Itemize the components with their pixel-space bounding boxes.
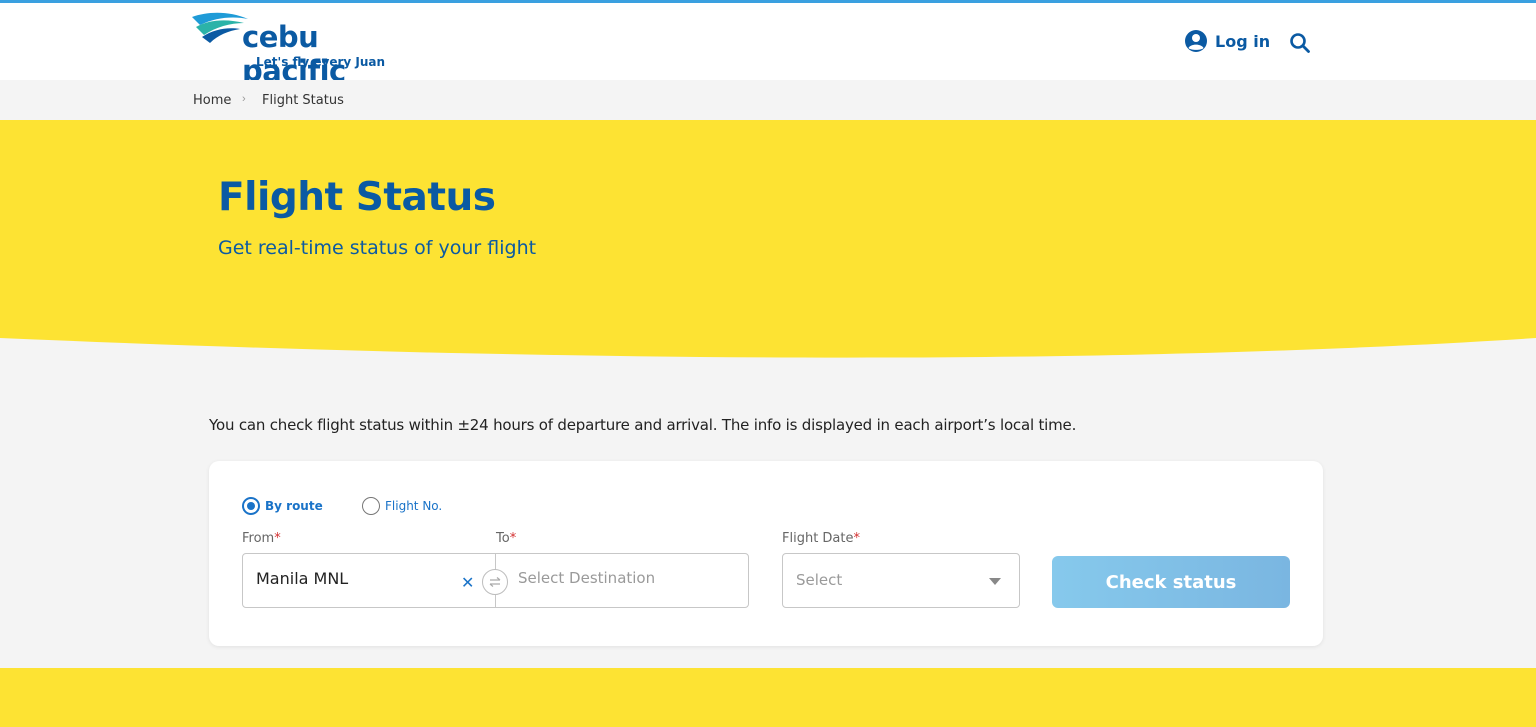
breadcrumb: Home › Flight Status <box>0 80 1536 120</box>
user-circle-icon <box>1185 30 1207 52</box>
site-header: cebu pacific Let's fly every Juan Log in <box>0 3 1536 88</box>
page-title: Flight Status <box>218 175 496 220</box>
radio-by-route[interactable]: By route <box>242 497 323 515</box>
flight-date-value: Select <box>796 571 843 589</box>
search-icon <box>1290 33 1310 53</box>
from-label: From* <box>242 531 281 546</box>
chevron-down-icon <box>989 578 1001 585</box>
login-label: Log in <box>1215 31 1271 51</box>
breadcrumb-current: Flight Status <box>262 93 344 108</box>
to-field-box <box>495 553 749 608</box>
logo-wordmark: cebu pacific <box>242 20 346 88</box>
to-input[interactable] <box>518 569 728 587</box>
swap-icon[interactable] <box>482 569 508 595</box>
from-field-box <box>242 553 496 608</box>
hero-banner: Flight Status Get real-time status of yo… <box>0 120 1536 360</box>
from-input[interactable] <box>256 569 446 588</box>
radio-checked-icon <box>242 497 260 515</box>
page-subtitle: Get real-time status of your flight <box>218 237 537 259</box>
radio-flight-no[interactable]: Flight No. <box>362 497 442 515</box>
flight-status-form: By route Flight No. From* To* Flight Dat… <box>209 461 1323 646</box>
breadcrumb-home-link[interactable]: Home <box>193 93 231 108</box>
footer-band <box>0 668 1536 727</box>
flight-date-label: Flight Date* <box>782 531 860 546</box>
to-label: To* <box>496 531 517 546</box>
logo-tagline: Let's fly every Juan <box>256 55 386 69</box>
radio-by-route-label: By route <box>265 499 323 513</box>
radio-flight-no-label: Flight No. <box>385 499 443 513</box>
swap-arrows-icon <box>489 577 501 587</box>
login-button[interactable]: Log in <box>1184 29 1270 53</box>
cebu-pacific-logo[interactable]: cebu pacific Let's fly every Juan <box>190 9 400 88</box>
info-text: You can check flight status within ±24 h… <box>209 416 1077 434</box>
bird-logo-icon <box>192 12 248 43</box>
flight-date-select[interactable]: Select <box>782 553 1020 608</box>
breadcrumb-chevron-icon: › <box>242 93 246 105</box>
check-status-button[interactable]: Check status <box>1052 556 1290 608</box>
radio-unchecked-icon <box>362 497 380 515</box>
search-button[interactable] <box>1289 32 1311 59</box>
clear-icon[interactable]: ✕ <box>461 573 474 592</box>
